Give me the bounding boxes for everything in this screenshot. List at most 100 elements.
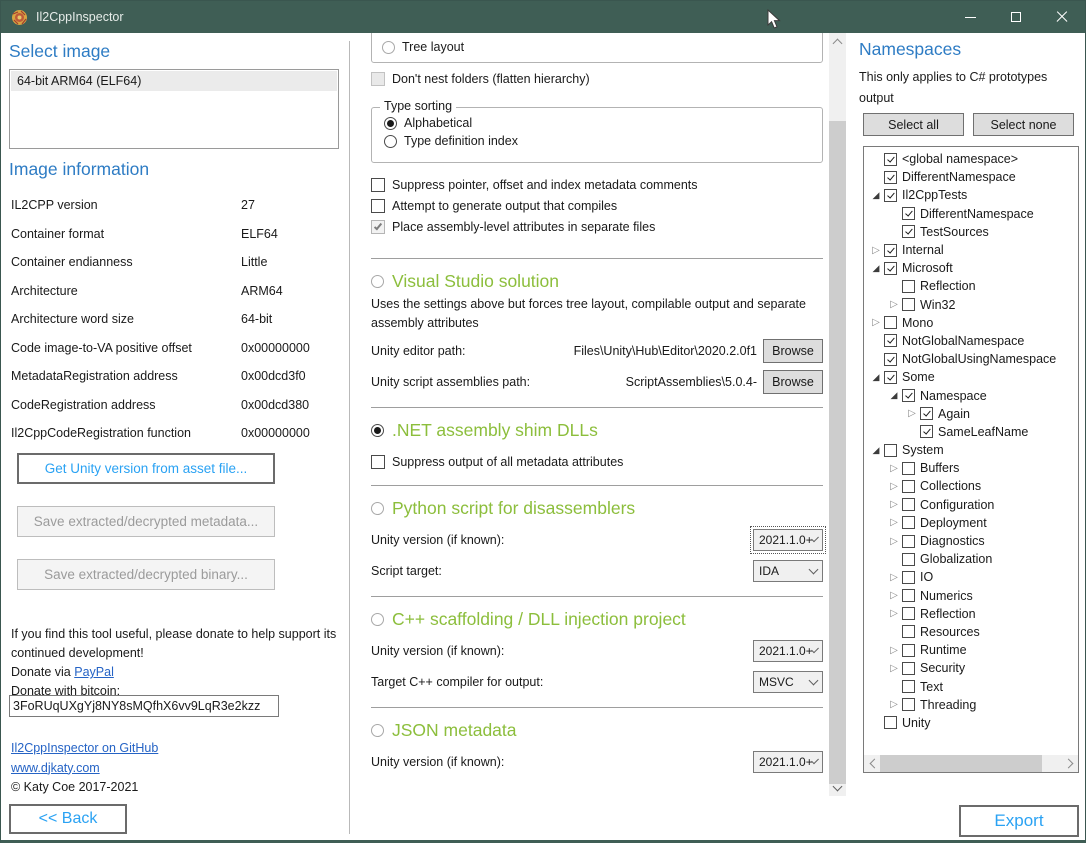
section-radio-cpp-scaffolding[interactable] [371,613,384,626]
expander-collapsed-icon[interactable]: ▷ [886,499,902,510]
namespace-checkbox[interactable] [902,498,915,511]
namespace-checkbox[interactable] [884,171,897,184]
namespace-checkbox[interactable] [884,153,897,166]
tree-item[interactable]: Resources [864,623,1078,641]
github-link[interactable]: Il2CppInspector on GitHub [11,741,158,755]
paypal-link[interactable]: PayPal [74,665,114,679]
section-radio-visual-studio[interactable] [371,275,384,288]
python-script-combo-1[interactable]: IDA [753,560,823,582]
back-button[interactable]: << Back [9,804,127,834]
cpp-scaffolding-combo-0[interactable]: 2021.1.0+ [753,640,823,662]
tree-item[interactable]: ▷Configuration [864,496,1078,514]
tree-item[interactable]: ◢Il2CppTests [864,186,1078,204]
scroll-left-icon[interactable] [864,755,881,772]
tree-item[interactable]: ▷Buffers [864,459,1078,477]
namespace-checkbox[interactable] [920,425,933,438]
tree-item[interactable]: DifferentNamespace [864,205,1078,223]
tree-item[interactable]: Text [864,677,1078,695]
namespace-checkbox[interactable] [902,571,915,584]
expander-expanded-icon[interactable]: ◢ [868,372,884,383]
expander-collapsed-icon[interactable]: ▷ [886,536,902,547]
namespace-checkbox[interactable] [884,262,897,275]
tree-item[interactable]: ▷Internal [864,241,1078,259]
namespace-checkbox[interactable] [884,444,897,457]
namespace-checkbox[interactable] [902,225,915,238]
tree-item[interactable]: ◢System [864,441,1078,459]
namespace-checkbox[interactable] [902,698,915,711]
expander-expanded-icon[interactable]: ◢ [868,263,884,274]
tree-item[interactable]: ◢Microsoft [864,259,1078,277]
namespace-checkbox[interactable] [884,371,897,384]
namespace-checkbox[interactable] [902,589,915,602]
namespace-checkbox[interactable] [902,680,915,693]
expander-collapsed-icon[interactable]: ▷ [868,245,884,256]
select-all-button[interactable]: Select all [863,113,964,136]
title-bar[interactable]: Il2CppInspector [1,1,1085,33]
expander-collapsed-icon[interactable]: ▷ [868,317,884,328]
namespace-checkbox[interactable] [902,662,915,675]
tree-item[interactable]: ▷Numerics [864,587,1078,605]
namespace-checkbox[interactable] [902,389,915,402]
tree-item[interactable]: ▷Runtime [864,641,1078,659]
scrollbar-thumb[interactable] [829,121,846,784]
namespace-checkbox[interactable] [884,334,897,347]
namespace-checkbox[interactable] [902,298,915,311]
website-link[interactable]: www.djkaty.com [11,761,100,775]
section-radio-python-script[interactable] [371,502,384,515]
minimize-button[interactable] [947,1,993,33]
tree-item[interactable]: ▷IO [864,568,1078,586]
type-definition-index-radio[interactable] [384,135,397,148]
tree-item[interactable]: Globalization [864,550,1078,568]
namespace-checkbox[interactable] [902,462,915,475]
namespace-checkbox[interactable] [920,407,933,420]
tree-item[interactable]: <global namespace> [864,150,1078,168]
expander-collapsed-icon[interactable]: ▷ [886,590,902,601]
tree-item[interactable]: ◢Some [864,368,1078,386]
tree-item[interactable]: Reflection [864,277,1078,295]
tree-item[interactable]: ◢Namespace [864,386,1078,404]
tree-item[interactable]: ▷Win32 [864,296,1078,314]
expander-expanded-icon[interactable]: ◢ [868,445,884,456]
option-checkbox-0[interactable] [371,178,385,192]
expander-collapsed-icon[interactable]: ▷ [886,645,902,656]
image-listbox[interactable]: 64-bit ARM64 (ELF64) [9,69,339,149]
export-button[interactable]: Export [959,805,1079,837]
save-binary-button[interactable]: Save extracted/decrypted binary... [17,559,275,590]
namespace-checkbox[interactable] [902,516,915,529]
tree-item[interactable]: SameLeafName [864,423,1078,441]
expander-collapsed-icon[interactable]: ▷ [886,463,902,474]
select-none-button[interactable]: Select none [973,113,1074,136]
section-radio-net-shim[interactable] [371,424,384,437]
namespace-checkbox[interactable] [902,607,915,620]
tree-layout-radio[interactable] [382,41,395,54]
namespace-checkbox[interactable] [902,553,915,566]
namespace-checkbox[interactable] [884,716,897,729]
tree-item[interactable]: ▷Mono [864,314,1078,332]
scroll-right-icon[interactable] [1061,755,1078,772]
browse-button[interactable]: Browse [763,339,823,363]
namespace-checkbox[interactable] [884,353,897,366]
get-unity-version-button[interactable]: Get Unity version from asset file... [17,453,275,484]
tree-item[interactable]: NotGlobalNamespace [864,332,1078,350]
expander-collapsed-icon[interactable]: ▷ [886,663,902,674]
tree-item[interactable]: ▷Again [864,405,1078,423]
tree-item[interactable]: NotGlobalUsingNamespace [864,350,1078,368]
section-radio-json-metadata[interactable] [371,724,384,737]
namespace-checkbox[interactable] [884,189,897,202]
scroll-up-icon[interactable] [829,33,846,50]
namespace-checkbox[interactable] [902,535,915,548]
namespace-checkbox[interactable] [902,644,915,657]
expander-expanded-icon[interactable]: ◢ [886,390,902,401]
expander-collapsed-icon[interactable]: ▷ [886,699,902,710]
expander-collapsed-icon[interactable]: ▷ [886,608,902,619]
tree-scrollbar-thumb[interactable] [880,755,1042,772]
save-metadata-button[interactable]: Save extracted/decrypted metadata... [17,506,275,537]
namespace-checkbox[interactable] [902,480,915,493]
options-scrollbar[interactable] [829,33,846,796]
tree-item[interactable]: ▷Deployment [864,514,1078,532]
python-script-combo-0[interactable]: 2021.1.0+ [753,529,823,551]
close-button[interactable] [1039,1,1085,33]
option-checkbox-2[interactable] [371,220,385,234]
net-shim-checkbox[interactable] [371,455,385,469]
expander-collapsed-icon[interactable]: ▷ [886,481,902,492]
